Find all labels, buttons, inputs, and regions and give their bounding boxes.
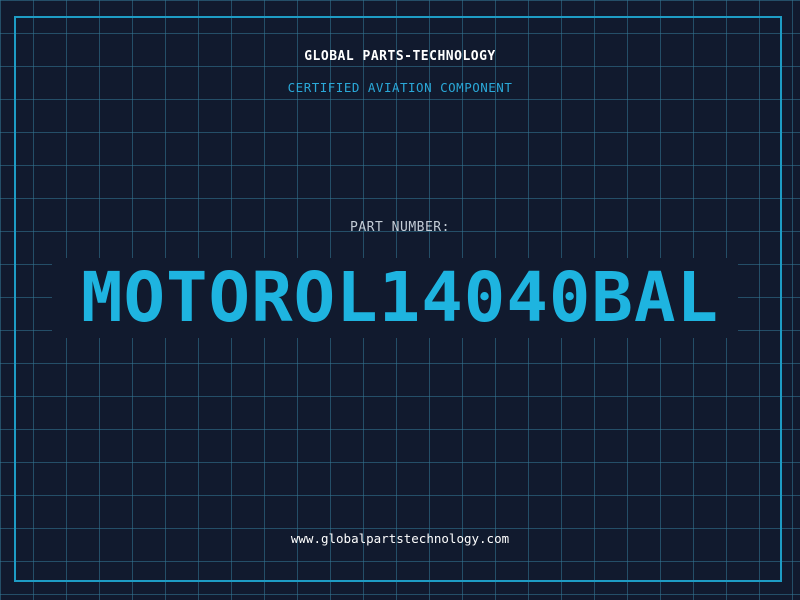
website-url: www.globalpartstechnology.com	[290, 531, 510, 546]
certification-subtitle: CERTIFIED AVIATION COMPONENT	[287, 80, 513, 95]
part-number-label: PART NUMBER:	[350, 220, 450, 235]
part-card: GLOBAL PARTS-TECHNOLOGY CERTIFIED AVIATI…	[0, 0, 800, 600]
part-number-value: MOTOROL14040BAL	[80, 258, 720, 338]
company-name: GLOBAL PARTS-TECHNOLOGY	[304, 49, 496, 64]
